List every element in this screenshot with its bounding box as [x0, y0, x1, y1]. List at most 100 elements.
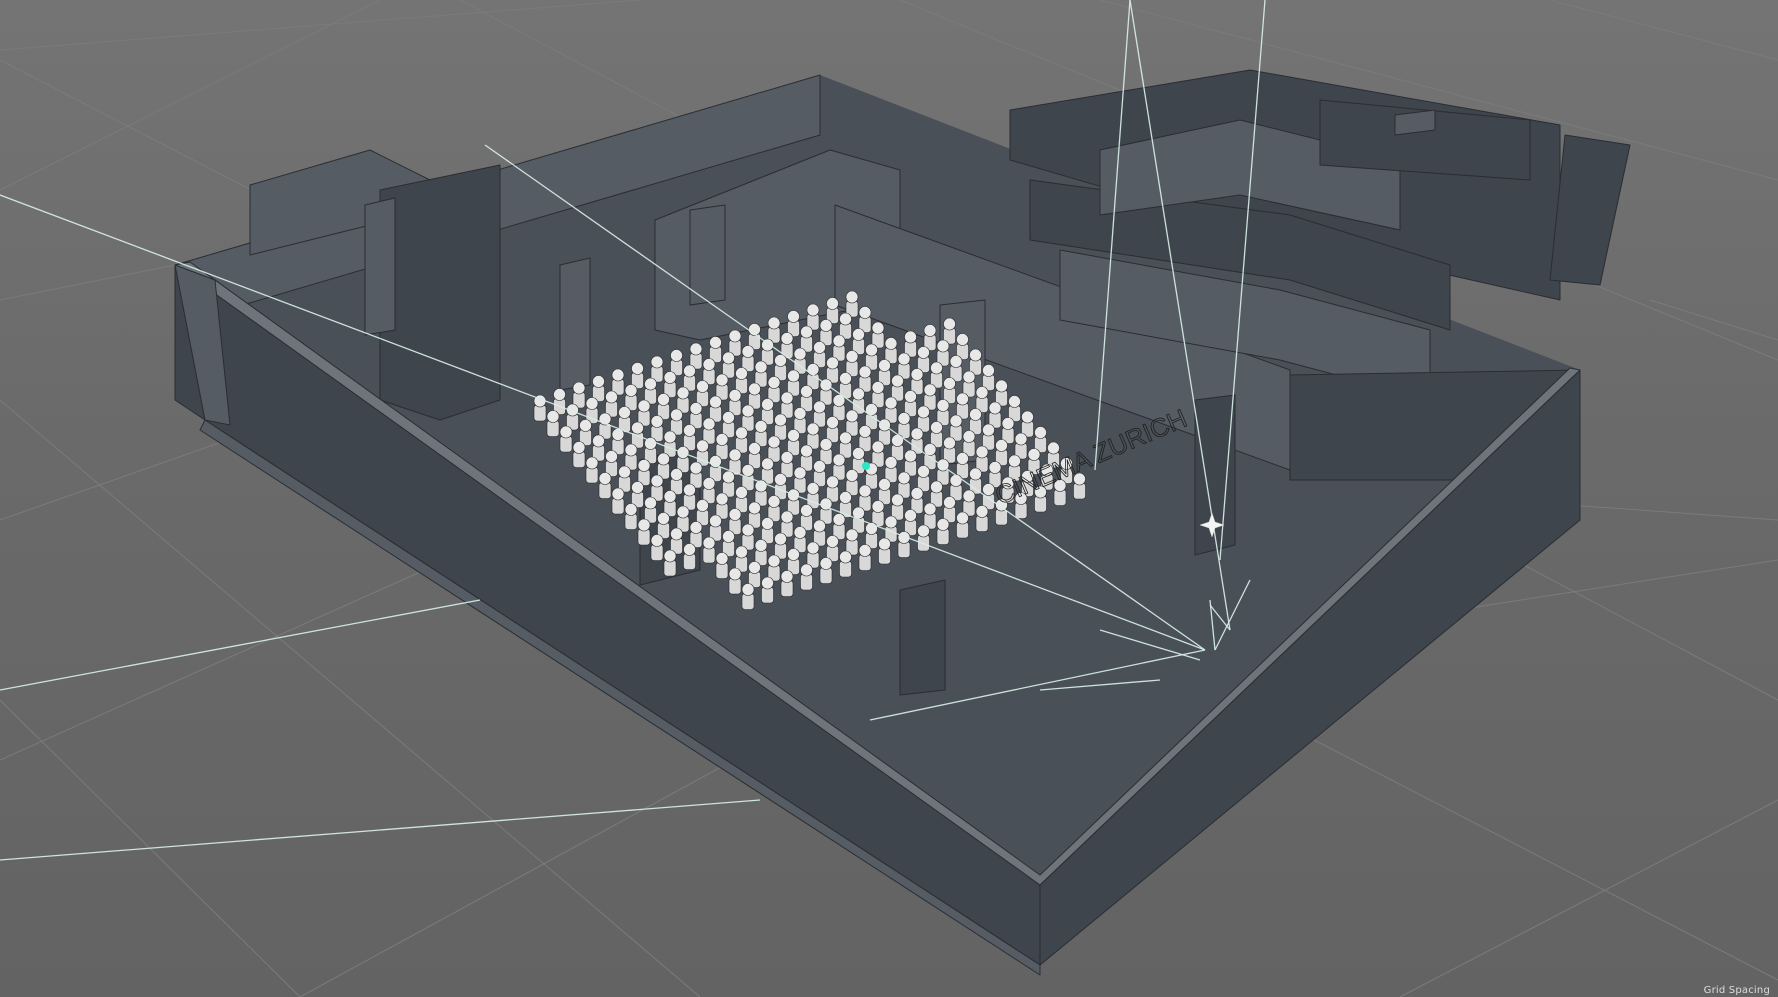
seat — [793, 466, 807, 494]
seat — [637, 518, 651, 546]
seat — [702, 477, 716, 504]
seat — [787, 310, 800, 337]
scene-canvas[interactable]: CINEMA ZURICH — [0, 0, 1778, 997]
seat — [793, 407, 807, 434]
seat — [598, 412, 612, 440]
seat — [826, 297, 839, 324]
seat — [819, 319, 833, 346]
seat — [650, 474, 664, 502]
light-ray — [0, 599, 481, 691]
seat — [774, 354, 787, 381]
seat — [735, 486, 748, 513]
seat — [943, 377, 956, 404]
seat — [683, 364, 696, 392]
partition-2 — [379, 164, 501, 421]
seat — [943, 436, 956, 464]
selected-point-marker[interactable] — [862, 462, 870, 470]
seat — [767, 316, 781, 344]
seat — [767, 376, 781, 403]
seat — [761, 576, 774, 604]
seat — [949, 355, 963, 382]
seat — [884, 337, 898, 364]
seat — [956, 333, 969, 360]
seat — [689, 342, 703, 370]
seat — [611, 368, 625, 396]
seat — [767, 554, 781, 582]
seat — [813, 519, 826, 547]
seat — [722, 411, 735, 438]
seat — [767, 435, 781, 463]
seat — [715, 552, 729, 579]
seat — [670, 527, 683, 555]
seat — [689, 521, 703, 548]
seat — [819, 497, 833, 525]
grid-line — [0, 0, 641, 51]
seat — [819, 557, 833, 584]
seat — [904, 449, 917, 477]
seat — [852, 447, 865, 474]
seat — [832, 513, 846, 540]
seat — [1001, 417, 1015, 444]
seat — [702, 358, 716, 385]
seat — [676, 505, 690, 533]
seat — [897, 471, 911, 499]
seat — [728, 389, 742, 416]
seat — [631, 481, 644, 508]
pillar-1 — [364, 197, 396, 336]
seat — [988, 401, 1002, 429]
seat — [962, 370, 976, 398]
seat — [930, 361, 943, 389]
seat — [728, 508, 742, 535]
3d-viewport[interactable]: CINEMA ZURICH Grid Spacing — [0, 0, 1778, 997]
seat — [832, 453, 846, 481]
seat — [728, 329, 742, 357]
seat — [819, 438, 833, 465]
seat — [754, 360, 768, 388]
seat — [709, 395, 722, 423]
seat — [806, 482, 820, 509]
seat — [858, 306, 872, 333]
seat — [774, 413, 787, 441]
seat — [663, 430, 677, 458]
seat — [858, 425, 872, 452]
seat — [1014, 432, 1028, 460]
seat — [871, 500, 885, 527]
seat — [761, 517, 774, 544]
seat — [650, 415, 664, 442]
seat — [845, 469, 859, 496]
seat — [644, 496, 657, 524]
seat — [891, 434, 904, 461]
seat — [982, 364, 995, 391]
seat — [923, 502, 937, 530]
grid-line — [1549, 0, 1778, 61]
seat — [572, 381, 586, 409]
seat — [832, 334, 846, 362]
seat — [657, 393, 670, 420]
seat — [683, 543, 696, 570]
seat — [845, 409, 859, 437]
seat — [858, 484, 872, 512]
seat — [813, 341, 826, 368]
seat — [585, 456, 599, 484]
seat — [735, 426, 748, 454]
seat — [631, 421, 644, 449]
seat — [754, 420, 768, 447]
seat — [741, 345, 755, 372]
seat — [969, 348, 982, 376]
seat — [592, 375, 605, 402]
grid-line — [0, 259, 201, 301]
seat — [644, 377, 657, 405]
seat — [592, 434, 605, 462]
seat — [956, 392, 969, 420]
seat — [605, 450, 618, 477]
seat — [624, 384, 638, 411]
seat — [891, 493, 904, 521]
grid-spacing-label: Grid Spacing — [1703, 985, 1770, 996]
seat — [611, 487, 625, 515]
seat — [871, 381, 885, 408]
seat — [878, 359, 891, 386]
seat — [1034, 426, 1047, 453]
seat — [917, 465, 930, 492]
building-model[interactable] — [174, 69, 1631, 976]
seat — [871, 440, 885, 468]
